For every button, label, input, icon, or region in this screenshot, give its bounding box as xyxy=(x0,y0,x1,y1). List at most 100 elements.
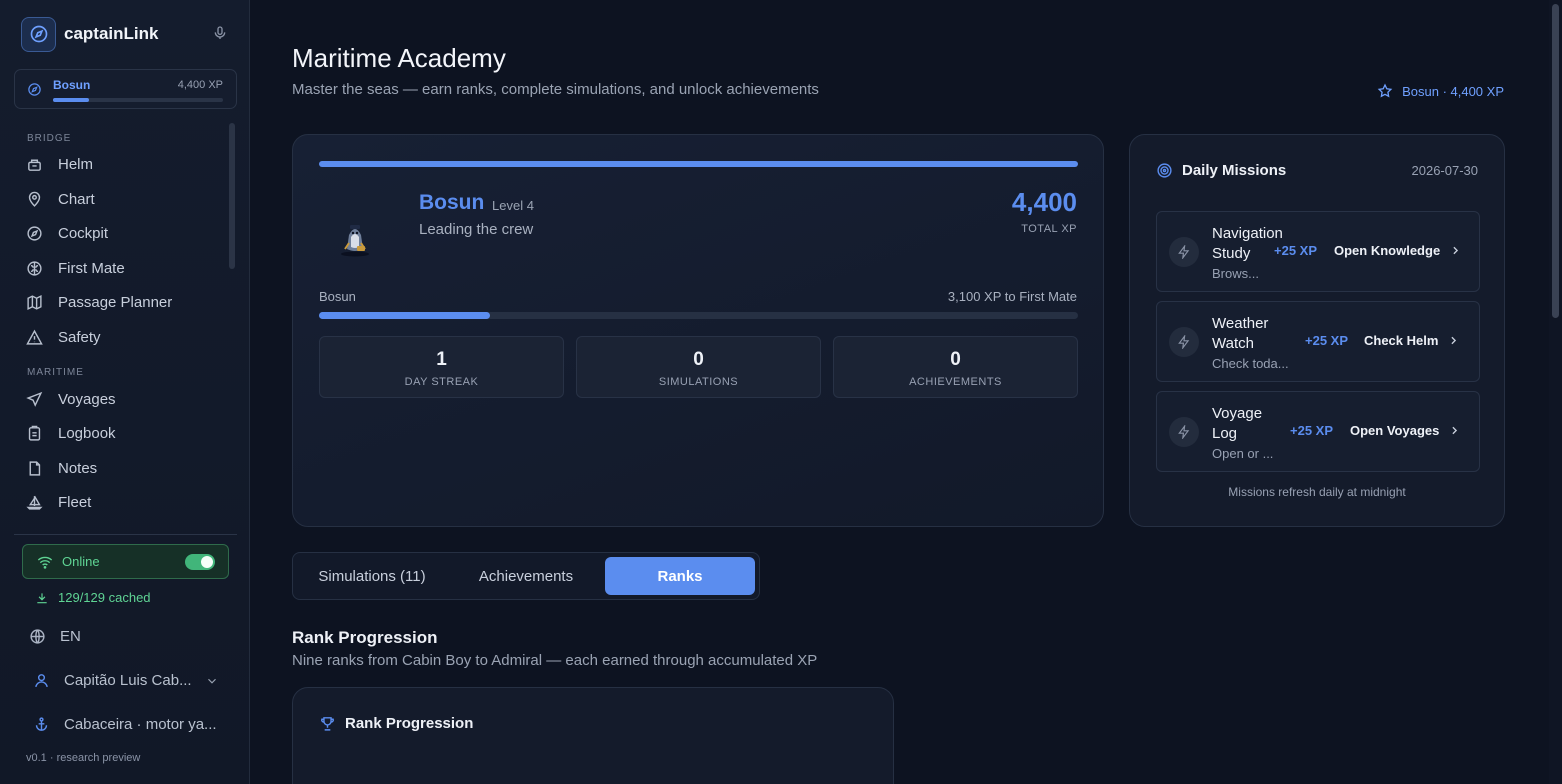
nav-section-bridge: BRIDGE xyxy=(27,133,72,144)
compass-icon xyxy=(26,225,43,242)
sidebar-item-helm[interactable]: Helm xyxy=(26,149,221,179)
mission-action-button[interactable]: Check Helm xyxy=(1364,333,1460,348)
sidebar-divider xyxy=(14,534,237,535)
chevron-right-icon xyxy=(1451,336,1457,345)
sidebar-item-fleet[interactable]: Fleet xyxy=(26,487,221,517)
rank-progression-card: Rank Progression xyxy=(292,687,894,784)
sidebar: captainLink Bosun 4,400 XP BRIDGE Helm C… xyxy=(0,0,250,784)
tab-simulations[interactable]: Simulations (11) xyxy=(301,557,443,595)
tab-achievements[interactable]: Achievements xyxy=(451,557,601,595)
sidebar-item-label: Logbook xyxy=(58,424,116,442)
lightning-icon xyxy=(1169,327,1199,357)
brain-icon xyxy=(26,260,43,277)
sidebar-item-label: Helm xyxy=(58,155,94,173)
sidebar-item-label: Passage Planner xyxy=(58,293,173,311)
brand[interactable]: captainLink xyxy=(21,16,236,52)
sidebar-item-chart[interactable]: Chart xyxy=(26,184,221,214)
daily-missions-card: Daily Missions 2026-07-30 Navigation Stu… xyxy=(1129,134,1505,527)
map-pin-icon xyxy=(26,191,43,208)
file-icon xyxy=(26,460,43,477)
mission-description: Brows... xyxy=(1212,266,1259,281)
missions-header: Daily Missions xyxy=(1156,162,1286,179)
helm-icon xyxy=(26,156,43,173)
cache-status-label: 129/129 cached xyxy=(58,590,151,605)
version-label: v0.1 · research preview xyxy=(26,752,141,764)
app-name: captainLink xyxy=(64,24,159,43)
nav-section-maritime: MARITIME xyxy=(27,367,84,378)
compass-icon xyxy=(27,82,42,97)
mission-action-label: Check Helm xyxy=(1364,333,1439,348)
mission-xp: +25 XP xyxy=(1290,423,1334,438)
sidebar-item-label: Fleet xyxy=(58,493,92,511)
rank-progress-bar xyxy=(53,98,223,102)
mission-item[interactable]: Navigation Study Brows... +25 XP Open Kn… xyxy=(1156,211,1480,292)
online-toggle[interactable] xyxy=(185,554,215,570)
mission-xp: +25 XP xyxy=(1305,333,1349,348)
sidebar-item-safety[interactable]: Safety xyxy=(26,322,221,352)
chevron-right-icon xyxy=(1453,246,1459,255)
microphone-icon[interactable] xyxy=(212,25,228,41)
page-scrollbar[interactable] xyxy=(1549,0,1562,784)
sidebar-item-label: First Mate xyxy=(58,259,125,277)
mission-action-button[interactable]: Open Voyages xyxy=(1350,423,1461,438)
user-name: Capitão Luis Cab... xyxy=(64,672,192,689)
chevron-right-icon xyxy=(1452,426,1458,435)
sidebar-item-label: Safety xyxy=(58,328,101,346)
missions-date: 2026-07-30 xyxy=(1411,163,1479,178)
stat-label: DAY STREAK xyxy=(404,376,479,388)
stat-simulations: 0 SIMULATIONS xyxy=(576,336,821,398)
map-icon xyxy=(26,294,43,311)
globe-icon xyxy=(29,628,46,645)
total-xp-value: 4,400 xyxy=(1011,187,1077,217)
rank-name: Bosun xyxy=(53,78,91,92)
tab-ranks[interactable]: Ranks xyxy=(605,557,755,595)
mission-action-button[interactable]: Open Knowledge xyxy=(1334,243,1462,258)
missions-title: Daily Missions xyxy=(1182,162,1287,179)
sidebar-item-cockpit[interactable]: Cockpit xyxy=(26,218,221,248)
stat-value: 0 xyxy=(950,349,961,370)
academy-tabs: Simulations (11) Achievements Ranks xyxy=(292,552,760,600)
navigation-icon xyxy=(26,391,43,408)
language-selector[interactable]: EN xyxy=(29,628,81,645)
section-subtitle: Nine ranks from Cabin Boy to Admiral — e… xyxy=(292,652,818,669)
mission-xp: +25 XP xyxy=(1274,243,1318,258)
sidebar-item-label: Cockpit xyxy=(58,224,109,242)
stat-day-streak: 1 DAY STREAK xyxy=(319,336,564,398)
rank-badge: Bosun · 4,400 XP xyxy=(1377,83,1504,99)
user-menu[interactable]: Capitão Luis Cab... xyxy=(33,672,216,689)
page-subtitle: Master the seas — earn ranks, complete s… xyxy=(292,81,819,98)
trophy-icon xyxy=(321,717,334,731)
page-title: Maritime Academy xyxy=(292,43,506,73)
rank-badge-label: Bosun · 4,400 XP xyxy=(1402,83,1504,99)
wifi-icon xyxy=(37,554,53,570)
cache-status: 129/129 cached xyxy=(35,590,151,605)
sailboat-icon xyxy=(26,494,43,511)
sidebar-item-voyages[interactable]: Voyages xyxy=(26,384,221,414)
total-xp-label: TOTAL XP xyxy=(1021,223,1077,235)
sidebar-scrollbar[interactable] xyxy=(229,123,235,269)
vessel-selector[interactable]: Cabaceira · motor ya... xyxy=(33,716,217,733)
stat-label: ACHIEVEMENTS xyxy=(909,376,1002,388)
sidebar-item-label: Notes xyxy=(58,459,98,477)
mission-item[interactable]: Weather Watch Check toda... +25 XP Check… xyxy=(1156,301,1480,382)
page-scrollbar-thumb[interactable] xyxy=(1552,4,1559,318)
sidebar-item-notes[interactable]: Notes xyxy=(26,453,221,483)
sidebar-item-logbook[interactable]: Logbook xyxy=(26,418,221,448)
sidebar-item-passage-planner[interactable]: Passage Planner xyxy=(26,287,221,317)
rank-title: Bosun xyxy=(419,191,485,214)
star-icon xyxy=(1377,83,1393,98)
stat-achievements: 0 ACHIEVEMENTS xyxy=(833,336,1078,398)
online-toggle-row[interactable]: Online xyxy=(22,544,229,579)
compass-logo-icon xyxy=(21,16,56,52)
mission-item[interactable]: Voyage Log Open or ... +25 XP Open Voyag… xyxy=(1156,391,1480,472)
section-title: Rank Progression xyxy=(292,628,438,647)
sidebar-item-label: Chart xyxy=(58,190,95,208)
mission-title: Weather Watch xyxy=(1212,315,1269,352)
rank-summary[interactable]: Bosun 4,400 XP xyxy=(14,69,237,109)
mission-description: Open or ... xyxy=(1212,446,1274,461)
rank-progression-header: Rank Progression xyxy=(319,715,473,732)
sidebar-item-first-mate[interactable]: First Mate xyxy=(26,253,221,283)
stat-label: SIMULATIONS xyxy=(658,376,739,388)
chevron-down-icon xyxy=(205,674,219,688)
stat-value: 0 xyxy=(693,349,704,370)
